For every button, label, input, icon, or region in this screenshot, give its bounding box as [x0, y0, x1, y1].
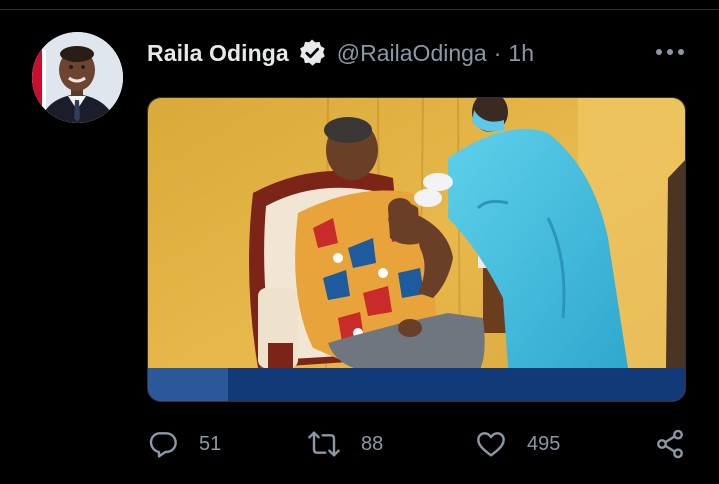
verified-badge-icon [297, 38, 327, 68]
tweet-card[interactable]: Raila Odinga @RailaOdinga · 1h 51 88 495 [0, 0, 719, 484]
tweet-actions: 51 88 495 [147, 424, 692, 464]
photo [148, 98, 685, 401]
reply-count: 51 [199, 432, 222, 455]
reply-button[interactable]: 51 [147, 424, 221, 464]
retweet-icon [308, 431, 340, 457]
retweet-button[interactable]: 88 [307, 424, 383, 464]
reply-icon [149, 432, 177, 458]
avatar[interactable] [32, 32, 123, 123]
retweet-count: 88 [361, 432, 384, 455]
more-horizontal-icon [656, 49, 684, 55]
tweet-photo[interactable] [147, 97, 686, 402]
tweet-header: Raila Odinga @RailaOdinga · 1h [147, 36, 534, 70]
tweet-timestamp[interactable]: 1h [508, 40, 534, 67]
like-button[interactable]: 495 [475, 424, 560, 464]
share-button[interactable] [654, 424, 686, 464]
more-options-button[interactable] [650, 40, 690, 64]
profile-photo [32, 32, 123, 123]
heart-icon [477, 432, 505, 457]
like-count: 495 [527, 432, 561, 455]
author-handle[interactable]: @RailaOdinga [337, 40, 487, 67]
author-name[interactable]: Raila Odinga [147, 40, 289, 67]
share-icon [657, 429, 683, 459]
separator-dot: · [493, 39, 502, 66]
divider [0, 9, 719, 10]
